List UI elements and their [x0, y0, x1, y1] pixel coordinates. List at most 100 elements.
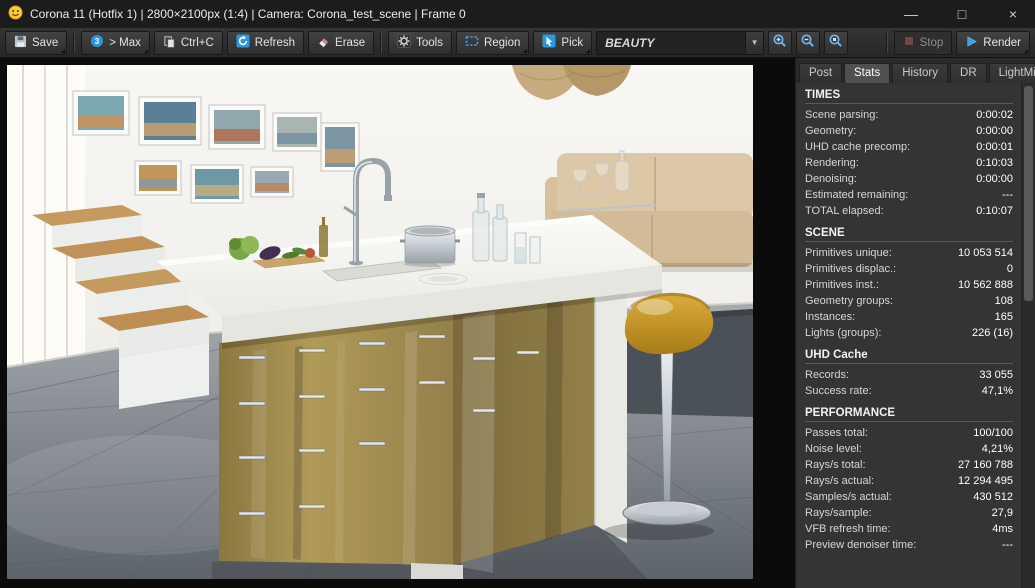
stat-value: 47,1% — [981, 385, 1013, 397]
scrollbar-thumb[interactable] — [1024, 86, 1033, 301]
minimize-button[interactable]: — — [889, 0, 933, 28]
stat-value: 0:00:01 — [976, 141, 1013, 153]
stat-value: --- — [1002, 539, 1013, 551]
stat-label: Scene parsing: — [805, 109, 879, 121]
stats-content: TIMES Scene parsing: 0:00:02 Geometry: 0:00:… — [796, 83, 1035, 588]
stat-row: Rays/s total: 27 160 788 — [805, 457, 1013, 473]
stat-label: Noise level: — [805, 443, 862, 455]
render-channel-select[interactable]: BEAUTY ▼ — [596, 30, 765, 55]
stat-row: Denoising: 0:00:00 — [805, 171, 1013, 187]
tab-post[interactable]: Post — [799, 63, 843, 83]
stat-value: 108 — [994, 295, 1013, 307]
copy-button[interactable]: Ctrl+C — [153, 30, 223, 55]
stat-row: Estimated remaining: --- — [805, 187, 1013, 203]
stat-label: Preview denoiser time: — [805, 539, 917, 551]
pick-button[interactable]: Pick — [533, 30, 593, 55]
rendered-image — [7, 65, 753, 579]
gear-icon — [397, 34, 412, 51]
corona-vfb-window: Corona 11 (Hotfix 1) | 2800×2100px (1:4)… — [0, 0, 1035, 588]
stat-value: --- — [1002, 189, 1013, 201]
picker-cursor-icon — [542, 34, 556, 51]
stat-row: Rays/sample: 27,9 — [805, 505, 1013, 521]
render-viewport[interactable] — [0, 58, 795, 588]
stop-button[interactable]: Stop — [893, 30, 953, 55]
stat-row: Geometry: 0:00:00 — [805, 123, 1013, 139]
stat-value: 0:10:07 — [976, 205, 1013, 217]
stat-value: 226 (16) — [972, 327, 1013, 339]
toolbar: Save 3 > Max Ctrl+C Refresh Erase Tools … — [0, 28, 1035, 58]
stats-section-header: UHD Cache — [805, 349, 1013, 364]
maximize-button[interactable]: □ — [940, 0, 984, 28]
stat-label: Records: — [805, 369, 850, 381]
main-content: Post Stats History DR LightMix TIMES Scen… — [0, 58, 1035, 588]
tab-dr[interactable]: DR — [950, 63, 987, 83]
tab-lightmix[interactable]: LightMix — [988, 63, 1035, 83]
dashed-rectangle-icon — [465, 34, 479, 51]
tab-stats[interactable]: Stats — [844, 63, 891, 83]
stats-section-header: PERFORMANCE — [805, 407, 1013, 422]
stat-label: Instances: — [805, 311, 856, 323]
zoom-in-button[interactable] — [768, 30, 793, 55]
send-to-max-button[interactable]: 3 > Max — [81, 30, 150, 55]
stat-value: 10 053 514 — [957, 247, 1013, 259]
panel-tabs: Post Stats History DR LightMix — [796, 58, 1035, 83]
stat-label: UHD cache precomp: — [805, 141, 911, 153]
region-button[interactable]: Region — [455, 30, 530, 55]
erase-button[interactable]: Erase — [308, 30, 375, 55]
stat-row: Success rate: 47,1% — [805, 383, 1013, 399]
stat-label: Rendering: — [805, 157, 859, 169]
tab-history[interactable]: History — [892, 63, 949, 83]
close-button[interactable]: × — [991, 0, 1035, 28]
stat-row: Instances: 165 — [805, 309, 1013, 325]
save-button[interactable]: Save — [5, 30, 68, 55]
render-button[interactable]: Render — [956, 30, 1030, 55]
copy-pages-icon — [163, 35, 176, 51]
stat-label: Rays/s total: — [805, 459, 866, 471]
stat-label: Rays/sample: — [805, 507, 872, 519]
stat-label: TOTAL elapsed: — [805, 205, 884, 217]
stat-label: Geometry: — [805, 125, 857, 137]
stat-value: 165 — [994, 311, 1013, 323]
refresh-button[interactable]: Refresh — [226, 30, 305, 55]
stat-row: Passes total: 100/100 — [805, 425, 1013, 441]
tools-button[interactable]: Tools — [388, 30, 452, 55]
stat-value: 12 294 495 — [957, 475, 1013, 487]
stat-row: Primitives displac.: 0 — [805, 261, 1013, 277]
eraser-icon — [317, 35, 330, 51]
stat-row: Lights (groups): 226 (16) — [805, 325, 1013, 341]
stat-row: Geometry groups: 108 — [805, 293, 1013, 309]
stat-label: Passes total: — [805, 427, 868, 439]
stat-value: 0:00:02 — [976, 109, 1013, 121]
stat-label: Primitives displac.: — [805, 263, 897, 275]
floppy-disk-icon — [14, 35, 27, 51]
zoom-reset-button[interactable] — [824, 30, 849, 55]
magnifier-plus-icon — [772, 33, 788, 52]
stat-value: 0:10:03 — [976, 157, 1013, 169]
stat-value: 27 160 788 — [957, 459, 1013, 471]
play-triangle-icon — [965, 35, 978, 51]
stat-row: Primitives inst.: 10 562 888 — [805, 277, 1013, 293]
stat-value: 0:00:00 — [976, 173, 1013, 185]
side-panel: Post Stats History DR LightMix TIMES Scen… — [795, 58, 1035, 588]
stats-section-header: TIMES — [805, 89, 1013, 104]
stats-scrollbar[interactable] — [1021, 83, 1035, 588]
stop-square-icon — [903, 35, 915, 50]
zoom-out-button[interactable] — [796, 30, 821, 55]
stat-value: 4,21% — [981, 443, 1013, 455]
toolbar-separator — [73, 32, 76, 53]
stat-row: Rays/s actual: 12 294 495 — [805, 473, 1013, 489]
magnifier-minus-icon — [800, 33, 816, 52]
chevron-down-icon[interactable]: ▼ — [745, 31, 764, 54]
stat-value: 100/100 — [973, 427, 1013, 439]
stat-value: 33 055 — [979, 369, 1013, 381]
stat-label: Primitives inst.: — [805, 279, 879, 291]
stats-section-header: SCENE — [805, 227, 1013, 242]
stat-label: Samples/s actual: — [805, 491, 892, 503]
svg-text:3: 3 — [95, 37, 100, 46]
stat-value: 4ms — [992, 523, 1013, 535]
stat-label: Success rate: — [805, 385, 872, 397]
stat-row: Rendering: 0:10:03 — [805, 155, 1013, 171]
stat-row: Records: 33 055 — [805, 367, 1013, 383]
stat-label: Primitives unique: — [805, 247, 892, 259]
stat-row: Scene parsing: 0:00:02 — [805, 107, 1013, 123]
